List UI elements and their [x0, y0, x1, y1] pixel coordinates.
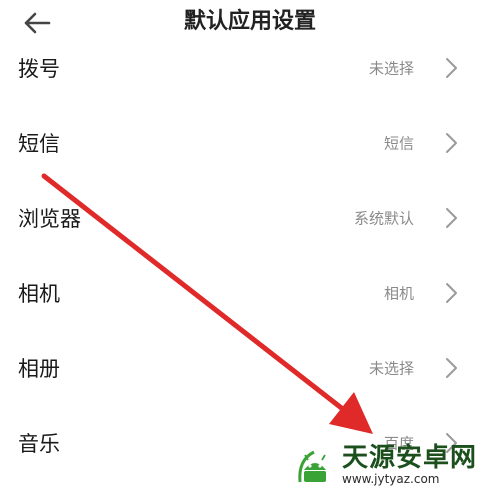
setting-label: 浏览器: [18, 206, 81, 231]
chevron-right-icon: [446, 282, 457, 303]
setting-value: 短信: [383, 134, 414, 152]
setting-value: 系统默认: [353, 209, 414, 227]
watermark-text: 天源安卓网 www.jytyaz.com: [342, 444, 477, 486]
setting-label: 拨号: [18, 56, 60, 81]
setting-row-dialer[interactable]: 拨号 未选择: [0, 30, 500, 105]
setting-row-gallery[interactable]: 相册 未选择: [0, 330, 500, 405]
watermark-url: www.jytyaz.com: [342, 472, 440, 486]
chevron-right-icon: [446, 357, 457, 378]
setting-label: 短信: [18, 131, 60, 156]
setting-value: 未选择: [368, 359, 414, 377]
settings-list: 拨号 未选择 短信 短信 浏览器 系统默认 相机 相机 相册 未选择 音乐 百度: [0, 30, 500, 480]
setting-label: 相册: [18, 356, 60, 381]
setting-value: 未选择: [368, 59, 414, 77]
chevron-right-icon: [446, 132, 457, 153]
setting-label: 音乐: [18, 431, 60, 456]
setting-row-browser[interactable]: 浏览器 系统默认: [0, 180, 500, 255]
android-logo-icon: [298, 450, 326, 483]
setting-label: 相机: [18, 281, 60, 306]
watermark: 天源安卓网 www.jytyaz.com: [292, 440, 492, 490]
setting-row-camera[interactable]: 相机 相机: [0, 255, 500, 330]
chevron-right-icon: [446, 57, 457, 78]
setting-row-sms[interactable]: 短信 短信: [0, 105, 500, 180]
chevron-right-icon: [446, 207, 457, 228]
setting-value: 相机: [383, 284, 414, 302]
watermark-name: 天源安卓网: [342, 443, 478, 473]
